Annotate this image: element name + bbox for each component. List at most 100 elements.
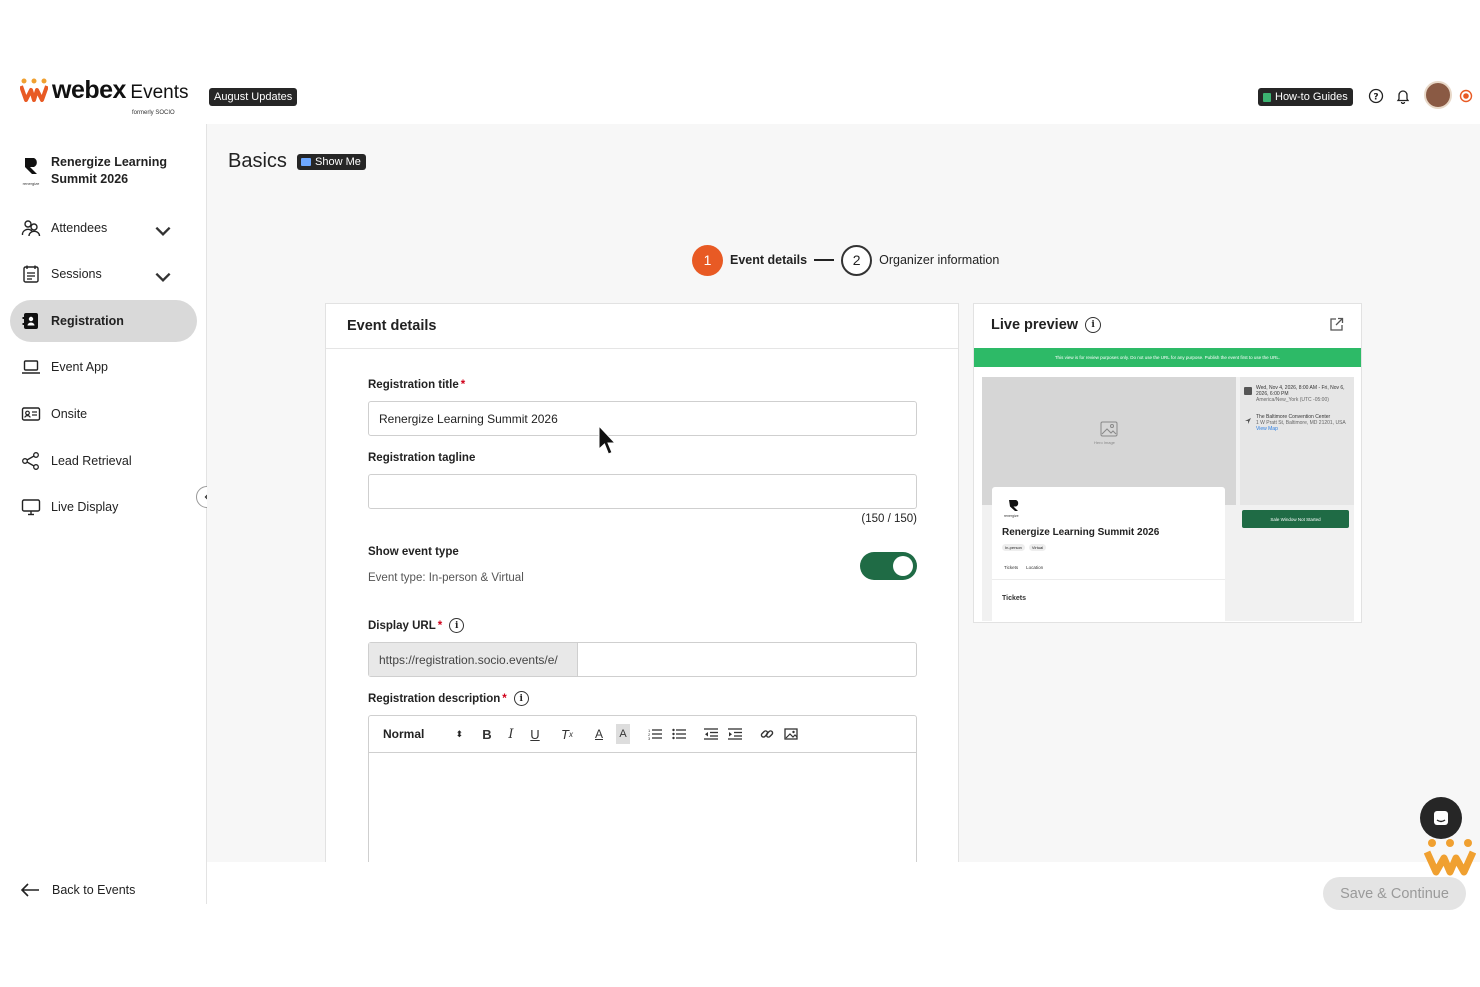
registration-description-label: Registration description * i <box>368 691 529 706</box>
laptop-icon <box>22 360 40 374</box>
registration-title-input[interactable]: Renergize Learning Summit 2026 <box>368 401 917 436</box>
mouse-cursor-icon <box>598 425 617 455</box>
renergize-logo-icon <box>25 158 37 174</box>
badge-in-person: In-person <box>1002 544 1025 551</box>
show-me-button[interactable]: Show Me <box>297 154 366 170</box>
preview-hero-image: Hero Image <box>982 377 1236 505</box>
text-color-icon[interactable]: A <box>587 724 611 744</box>
image-caption: Hero Image <box>1094 440 1115 445</box>
step-connector <box>814 259 835 261</box>
show-event-type-label: Show event type <box>368 546 459 558</box>
bullet-list-icon[interactable] <box>667 724 691 744</box>
help-icon[interactable]: ? <box>1368 88 1384 104</box>
format-select[interactable]: Normal ⬍ <box>383 727 463 741</box>
indent-icon[interactable] <box>723 724 747 744</box>
footer-bar <box>207 862 1480 904</box>
guides-icon <box>1263 92 1271 102</box>
view-map-link[interactable]: View Map <box>1256 426 1348 432</box>
sidebar-item-label: Attendees <box>51 221 108 235</box>
step-1-label[interactable]: Event details <box>730 253 807 267</box>
svg-text:3: 3 <box>648 736 651 740</box>
sidebar-item-label: Live Display <box>51 500 119 514</box>
description-editor[interactable]: Normal ⬍ B I U Tx A A 123 <box>368 715 917 875</box>
chevron-down-icon[interactable] <box>153 221 173 241</box>
august-updates-tag[interactable]: August Updates <box>209 88 298 106</box>
back-to-events-link[interactable]: Back to Events <box>20 883 135 897</box>
registration-tagline-input[interactable] <box>368 474 917 509</box>
how-to-guides-label: How-to Guides <box>1275 91 1348 103</box>
step-1-number[interactable]: 1 <box>692 244 723 276</box>
preview-date: Wed, Nov 4, 2026, 8:00 AM - Fri, Nov 6, … <box>1256 385 1345 397</box>
webex-events-logo[interactable]: webex Events formerly SOCIO <box>20 78 189 116</box>
display-url-label-text: Display URL <box>368 619 436 632</box>
display-url-input[interactable]: https://registration.socio.events/e/ <box>368 642 917 677</box>
ordered-list-icon[interactable]: 123 <box>643 724 667 744</box>
bell-icon[interactable] <box>1395 88 1411 104</box>
chevron-down-icon[interactable] <box>153 267 173 287</box>
logo-formerly: formerly SOCIO <box>132 110 175 116</box>
badge-icon <box>21 407 41 421</box>
how-to-guides-button[interactable]: How-to Guides <box>1258 88 1353 106</box>
link-icon[interactable] <box>755 724 779 744</box>
svg-text:?: ? <box>1373 93 1378 103</box>
highlight-icon[interactable]: A <box>616 724 630 744</box>
preview-event-title: Renergize Learning Summit 2026 <box>1002 527 1160 538</box>
page-title: Basics <box>228 150 287 172</box>
editor-toolbar: Normal ⬍ B I U Tx A A 123 <box>369 716 916 753</box>
sessions-icon <box>23 265 39 283</box>
sidebar-item-lead-retrieval[interactable]: Lead Retrieval <box>10 440 197 482</box>
image-icon[interactable] <box>779 724 803 744</box>
record-icon[interactable] <box>1459 89 1473 103</box>
preview-event-info: Wed, Nov 4, 2026, 8:00 AM - Fri, Nov 6, … <box>1240 377 1354 505</box>
logo-product: Events <box>130 82 189 103</box>
outdent-icon[interactable] <box>699 724 723 744</box>
webex-logo-icon <box>20 78 48 102</box>
sidebar-item-attendees[interactable]: Attendees <box>10 207 197 249</box>
webex-mascot-icon <box>1424 839 1476 876</box>
top-header: webex Events formerly SOCIO August Updat… <box>0 70 1480 124</box>
italic-icon[interactable]: I <box>499 724 523 744</box>
calendar-icon <box>1244 387 1252 395</box>
sidebar-item-label: Onsite <box>51 407 88 421</box>
url-prefix: https://registration.socio.events/e/ <box>369 643 578 676</box>
preview-tab-location: Location <box>1026 565 1044 570</box>
back-to-events-label: Back to Events <box>52 883 136 897</box>
image-placeholder-icon <box>1100 421 1118 437</box>
chat-widget-button[interactable] <box>1420 797 1462 839</box>
select-arrows-icon: ⬍ <box>455 728 463 739</box>
live-preview-heading-text: Live preview <box>991 317 1079 333</box>
bold-icon[interactable]: B <box>475 724 499 744</box>
divider <box>992 579 1225 580</box>
badge-virtual: Virtual <box>1028 544 1047 551</box>
sidebar-item-event-app[interactable]: Event App <box>10 346 197 388</box>
info-icon[interactable]: i <box>513 691 529 706</box>
save-continue-button[interactable]: Save & Continue <box>1323 877 1466 910</box>
show-me-label: Show Me <box>315 156 361 168</box>
show-event-type-toggle[interactable] <box>860 552 917 580</box>
chat-icon <box>1434 811 1448 825</box>
step-2-label[interactable]: Organizer information <box>879 253 999 267</box>
underline-icon[interactable]: U <box>523 724 547 744</box>
sidebar-item-live-display[interactable]: Live Display <box>10 486 197 528</box>
sidebar-item-sessions[interactable]: Sessions <box>10 253 197 295</box>
open-external-icon[interactable] <box>1329 317 1344 332</box>
sidebar-item-onsite[interactable]: Onsite <box>10 393 197 435</box>
info-icon[interactable]: i <box>1085 317 1102 333</box>
event-name[interactable]: Renergize Learning Summit 2026 <box>51 154 167 188</box>
avatar[interactable] <box>1424 81 1452 109</box>
live-preview-heading: Live preview i <box>991 317 1102 333</box>
preview-logo-text: renergize <box>1004 514 1019 518</box>
event-type-text: Event type: In-person & Virtual <box>368 572 524 584</box>
clear-format-icon[interactable]: Tx <box>555 724 579 744</box>
registration-description-label-text: Registration description <box>368 692 501 705</box>
registration-title-label: Registration title * <box>368 379 465 391</box>
info-icon[interactable]: i <box>449 618 465 633</box>
sidebar-item-label: Event App <box>51 360 108 374</box>
preview-event-card: renergize Renergize Learning Summit 2026… <box>992 487 1225 621</box>
sidebar-item-registration[interactable]: Registration <box>10 300 197 342</box>
step-2-number[interactable]: 2 <box>841 244 873 276</box>
display-url-label: Display URL * i <box>368 618 465 633</box>
event-name-line2: Summit 2026 <box>51 172 129 186</box>
format-select-value: Normal <box>383 727 425 741</box>
required-mark: * <box>460 379 466 391</box>
